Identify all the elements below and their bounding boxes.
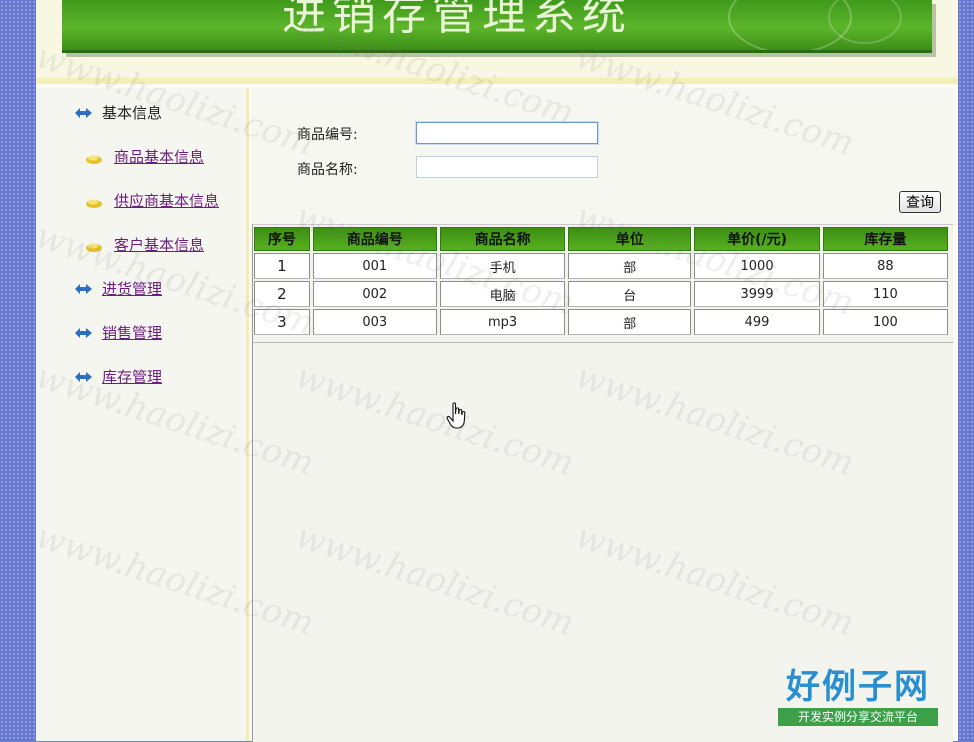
arrow-bullet-icon <box>74 106 94 120</box>
column-header-code[interactable]: 商品编号 <box>312 227 437 251</box>
main-content: 商品编号: 商品名称: 查询 序号 商品编号 商品名称 单位 单价(/元) 库存… <box>251 88 954 742</box>
cell-code[interactable]: 001 <box>312 253 437 279</box>
brand-slogan: 开发实例分享交流平台 <box>778 708 938 726</box>
nav-item-link[interactable]: 商品基本信息 <box>114 146 204 167</box>
cell-price[interactable]: 499 <box>694 309 820 335</box>
column-header-name[interactable]: 商品名称 <box>439 227 566 251</box>
nav-group-sales[interactable]: 销售管理 <box>74 322 162 343</box>
nav-group-inventory[interactable]: 库存管理 <box>74 366 162 387</box>
nav-item-link[interactable]: 供应商基本信息 <box>114 190 219 211</box>
query-button[interactable]: 查询 <box>899 191 941 213</box>
nav-group-label[interactable]: 销售管理 <box>102 322 162 343</box>
nav-group-basic-info[interactable]: 基本信息 <box>74 102 162 123</box>
cell-price[interactable]: 1000 <box>694 253 820 279</box>
hand-cursor-icon <box>446 402 468 434</box>
cell-stock[interactable]: 100 <box>822 309 948 335</box>
cell-unit[interactable]: 部 <box>568 253 692 279</box>
cell-index[interactable]: 2 <box>254 281 310 307</box>
leaf-bullet-icon <box>84 151 104 164</box>
cell-code[interactable]: 002 <box>312 281 437 307</box>
table-header-row: 序号 商品编号 商品名称 单位 单价(/元) 库存量 <box>254 227 948 251</box>
table-row[interactable]: 3 003 mp3 部 499 100 <box>254 309 948 335</box>
left-side-stripe <box>0 0 36 741</box>
nav-item-product-info[interactable]: 商品基本信息 <box>84 146 204 167</box>
brand-watermark: 好例子网 开发实例分享交流平台 <box>778 668 938 726</box>
nav-group-label: 基本信息 <box>102 104 163 122</box>
column-header-unit[interactable]: 单位 <box>568 227 692 251</box>
cell-price[interactable]: 3999 <box>694 281 820 307</box>
nav-item-link[interactable]: 客户基本信息 <box>114 234 204 255</box>
cell-stock[interactable]: 88 <box>822 253 948 279</box>
product-name-input[interactable] <box>416 156 598 178</box>
cell-name[interactable]: 手机 <box>439 253 566 279</box>
brand-name: 好例子网 <box>786 667 930 707</box>
app-page: 进销存管理系统 基本信息 商品基本信息 供应商基本信息 客户基本信息 进货管理 … <box>36 0 958 742</box>
nav-item-customer-info[interactable]: 客户基本信息 <box>84 234 204 255</box>
header-divider <box>36 78 958 84</box>
sidebar: 基本信息 商品基本信息 供应商基本信息 客户基本信息 进货管理 销售管理 库存管… <box>36 88 249 741</box>
right-side-stripe <box>958 0 974 741</box>
grid-divider <box>253 342 953 343</box>
product-code-label: 商品编号: <box>297 127 358 143</box>
header: 进销存管理系统 <box>36 0 958 84</box>
nav-item-supplier-info[interactable]: 供应商基本信息 <box>84 190 219 211</box>
arrow-bullet-icon <box>74 370 94 384</box>
arrow-bullet-icon <box>74 326 94 340</box>
nav-group-label[interactable]: 库存管理 <box>102 366 162 387</box>
column-header-stock[interactable]: 库存量 <box>822 227 948 251</box>
product-table: 序号 商品编号 商品名称 单位 单价(/元) 库存量 1 001 手机 部 10 <box>251 225 951 337</box>
column-header-price[interactable]: 单价(/元) <box>694 227 820 251</box>
leaf-bullet-icon <box>84 195 104 208</box>
cell-index[interactable]: 1 <box>254 253 310 279</box>
column-header-index[interactable]: 序号 <box>254 227 310 251</box>
product-grid: 序号 商品编号 商品名称 单位 单价(/元) 库存量 1 001 手机 部 10 <box>252 224 953 742</box>
cell-unit[interactable]: 台 <box>568 281 692 307</box>
nav-group-label[interactable]: 进货管理 <box>102 278 162 299</box>
leaf-bullet-icon <box>84 239 104 252</box>
table-row[interactable]: 1 001 手机 部 1000 88 <box>254 253 948 279</box>
product-name-label: 商品名称: <box>297 162 358 178</box>
nav-group-purchase[interactable]: 进货管理 <box>74 278 162 299</box>
cell-name[interactable]: mp3 <box>439 309 566 335</box>
cell-stock[interactable]: 110 <box>822 281 948 307</box>
arrow-bullet-icon <box>74 282 94 296</box>
cell-unit[interactable]: 部 <box>568 309 692 335</box>
header-banner: 进销存管理系统 <box>62 0 932 53</box>
product-code-input[interactable] <box>416 122 598 144</box>
table-row[interactable]: 2 002 电脑 台 3999 110 <box>254 281 948 307</box>
system-title: 进销存管理系统 <box>282 0 632 40</box>
cell-code[interactable]: 003 <box>312 309 437 335</box>
cell-name[interactable]: 电脑 <box>439 281 566 307</box>
cell-index[interactable]: 3 <box>254 309 310 335</box>
